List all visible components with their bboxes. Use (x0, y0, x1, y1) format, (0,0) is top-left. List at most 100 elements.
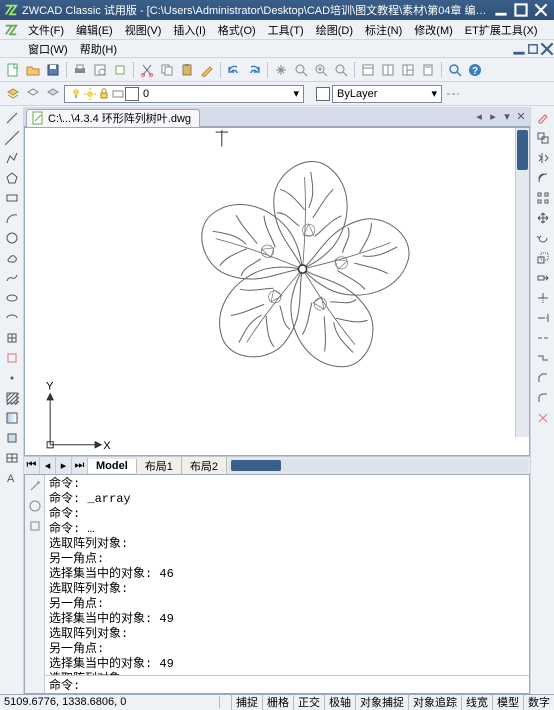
layer-manager-button[interactable] (4, 85, 22, 103)
mtext-tool[interactable]: A (3, 469, 21, 487)
tab-last[interactable]: ⏭ (72, 457, 88, 474)
pline-tool[interactable] (3, 149, 21, 167)
hatch-tool[interactable] (3, 389, 21, 407)
rotate-tool[interactable] (534, 229, 552, 247)
layer-combo[interactable]: 0 ▾ (64, 85, 304, 103)
layout2-tab[interactable]: 布局2 (182, 457, 227, 475)
copy-tool[interactable] (534, 129, 552, 147)
open-button[interactable] (24, 61, 42, 79)
cmd-tool-1[interactable] (26, 477, 44, 495)
menu-insert[interactable]: 插入(I) (167, 20, 211, 40)
calc-button[interactable] (419, 61, 437, 79)
arc-tool[interactable] (3, 209, 21, 227)
maximize-button[interactable] (512, 2, 530, 18)
menu-modify[interactable]: 修改(M) (408, 20, 459, 40)
xline-tool[interactable] (3, 129, 21, 147)
layer-states-button[interactable] (44, 85, 62, 103)
undo-button[interactable] (225, 61, 243, 79)
rectangle-tool[interactable] (3, 189, 21, 207)
print-preview-button[interactable] (91, 61, 109, 79)
vertical-scrollbar[interactable] (515, 128, 529, 437)
color-bylayer-combo[interactable]: ByLayer ▾ (332, 85, 442, 103)
properties-button[interactable] (359, 61, 377, 79)
model-tab[interactable]: Model (88, 459, 137, 473)
doc-restore-button[interactable] (526, 42, 540, 56)
point-tool[interactable] (3, 369, 21, 387)
menu-dimension[interactable]: 标注(N) (359, 20, 408, 40)
tab-list-dropdown[interactable]: ▾ (500, 110, 514, 124)
break-tool[interactable] (534, 329, 552, 347)
menu-help[interactable]: 帮助(H) (74, 40, 123, 58)
paste-button[interactable] (178, 61, 196, 79)
circle-tool[interactable] (3, 229, 21, 247)
zoom-prev-button[interactable] (332, 61, 350, 79)
move-tool[interactable] (534, 209, 552, 227)
otrack-toggle[interactable]: 对象追踪 (408, 694, 461, 710)
horizontal-scrollbar[interactable] (229, 459, 528, 472)
offset-tool[interactable] (534, 169, 552, 187)
tab-first[interactable]: ⏮ (24, 457, 40, 474)
minimize-button[interactable] (492, 2, 510, 18)
digit-toggle[interactable]: 数字 (523, 694, 554, 710)
zoom-realtime-button[interactable] (292, 61, 310, 79)
tool-palette-button[interactable] (399, 61, 417, 79)
pan-button[interactable] (272, 61, 290, 79)
menu-window[interactable]: 窗口(W) (22, 40, 74, 58)
command-input[interactable] (80, 678, 525, 692)
print-button[interactable] (71, 61, 89, 79)
zoom-window-button[interactable] (312, 61, 330, 79)
extend-tool[interactable] (534, 309, 552, 327)
table-tool[interactable] (3, 449, 21, 467)
menu-draw[interactable]: 绘图(D) (310, 20, 359, 40)
tab-next[interactable]: ▸ (56, 457, 72, 474)
model-toggle[interactable]: 模型 (492, 694, 523, 710)
match-prop-button[interactable] (198, 61, 216, 79)
menu-tools[interactable]: 工具(T) (262, 20, 310, 40)
gradient-tool[interactable] (3, 409, 21, 427)
insert-block-tool[interactable] (3, 329, 21, 347)
drawing-canvas[interactable]: X Y (24, 127, 530, 456)
doc-tab[interactable]: C:\...\4.3.4 环形阵列树叶.dwg (26, 109, 200, 127)
explode-tool[interactable] (534, 409, 552, 427)
help-button[interactable]: ? (466, 61, 484, 79)
current-color-swatch[interactable] (316, 87, 330, 101)
erase-tool[interactable] (534, 109, 552, 127)
stretch-tool[interactable] (534, 269, 552, 287)
menu-edit[interactable]: 编辑(E) (70, 20, 119, 40)
chamfer-tool[interactable] (534, 369, 552, 387)
menu-view[interactable]: 视图(V) (119, 20, 168, 40)
tab-prev[interactable]: ◂ (40, 457, 56, 474)
snap-toggle[interactable]: 捕捉 (231, 694, 262, 710)
join-tool[interactable] (534, 349, 552, 367)
new-button[interactable] (4, 61, 22, 79)
revcloud-tool[interactable] (3, 249, 21, 267)
tab-close[interactable]: ✕ (514, 110, 528, 124)
design-center-button[interactable] (379, 61, 397, 79)
cmd-tool-2[interactable] (26, 497, 44, 515)
command-history[interactable]: 命令: 命令: _array 命令: 命令: … 选取阵列对象: 另一角点: 选… (45, 475, 529, 675)
linetype-button[interactable] (444, 85, 462, 103)
close-button[interactable] (532, 2, 550, 18)
ellipse-arc-tool[interactable] (3, 309, 21, 327)
publish-button[interactable] (111, 61, 129, 79)
scale-tool[interactable] (534, 249, 552, 267)
cmd-tool-3[interactable] (26, 517, 44, 535)
spline-tool[interactable] (3, 269, 21, 287)
doc-minimize-button[interactable] (512, 42, 526, 56)
tab-scroll-left[interactable]: ◂ (472, 110, 486, 124)
lwt-toggle[interactable]: 线宽 (461, 694, 492, 710)
find-button[interactable] (446, 61, 464, 79)
ellipse-tool[interactable] (3, 289, 21, 307)
polar-toggle[interactable]: 极轴 (324, 694, 355, 710)
osnap-toggle[interactable]: 对象捕捉 (355, 694, 408, 710)
doc-close-button[interactable] (540, 42, 554, 56)
tab-scroll-right[interactable]: ▸ (486, 110, 500, 124)
mirror-tool[interactable] (534, 149, 552, 167)
layer-prev-button[interactable] (24, 85, 42, 103)
polygon-tool[interactable] (3, 169, 21, 187)
array-tool[interactable] (534, 189, 552, 207)
redo-button[interactable] (245, 61, 263, 79)
menu-et[interactable]: ET扩展工具(X) (459, 20, 544, 40)
cut-button[interactable] (138, 61, 156, 79)
layout1-tab[interactable]: 布局1 (137, 457, 182, 475)
